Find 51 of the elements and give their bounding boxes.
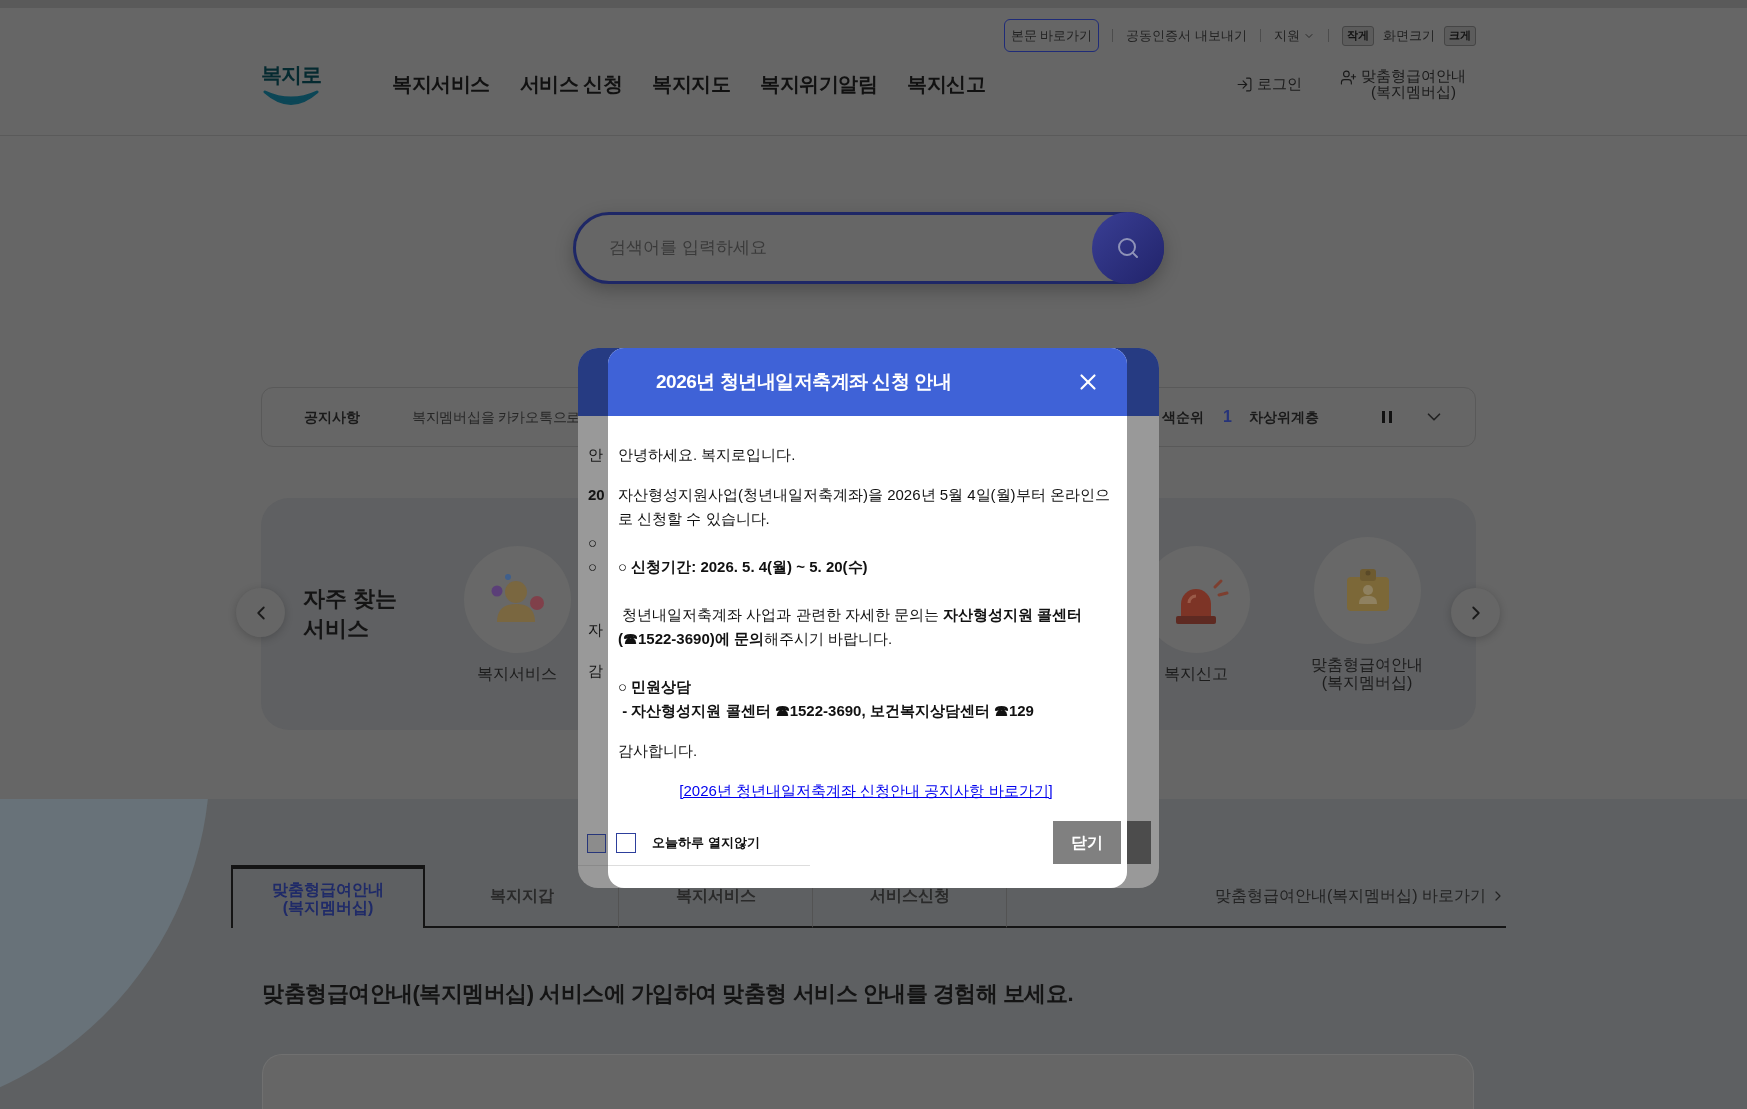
pause-icon: [1381, 410, 1393, 424]
membership-link[interactable]: 맞춤형급여안내 (복지멤버십): [1340, 68, 1466, 100]
dialog-text-fragment: 감: [588, 661, 603, 681]
dialog-text: 감사합니다.: [618, 741, 699, 761]
login-icon: [1236, 75, 1253, 93]
checkbox[interactable]: [587, 833, 606, 853]
pause-button[interactable]: [1381, 410, 1393, 424]
dialog-text-fragment: ○: [588, 557, 598, 577]
dialog-text-fragment: 안: [588, 445, 603, 465]
notice-link[interactable]: [2026년 청년내일저축계좌 신청안내 공지사항 바로가기]: [679, 779, 1053, 803]
checkbox-label[interactable]: 오늘하루 열지않기: [652, 833, 760, 853]
ranked-term-link[interactable]: 차상위계층: [1248, 406, 1319, 428]
dialog-subheading: ○ 민원상담: [618, 677, 693, 697]
nav-link[interactable]: 서비스 신청: [519, 69, 623, 99]
dialog-text: 청년내일저축계좌 사업과 관련한 자세한 문의는 자산형성지원 콜센터 (☎1522-3690)에 문의해주시기 바랍니다.: [618, 605, 1084, 649]
rank-number: 1: [1223, 407, 1232, 427]
search-icon: [1116, 236, 1140, 260]
close-dialog-button[interactable]: 닫기: [1053, 821, 1121, 864]
font-size-label: 화면크기: [1383, 26, 1435, 45]
nav-link[interactable]: 복지서비스: [392, 69, 490, 99]
dialog-text-fragment: 자: [588, 620, 603, 640]
dialog-text: 안녕하세요. 복지로입니다.: [618, 445, 797, 465]
dialog-contact-text: - 자산형성지원 콜센터 ☎1522-3690, 보건복지상담센터 ☎129: [621, 701, 1035, 721]
service-link[interactable]: 복지서비스: [447, 545, 587, 683]
services-title: 자주 찾는 서비스: [303, 585, 399, 643]
id-badge-icon: [1313, 536, 1421, 644]
people-icon: [463, 545, 571, 653]
dialog-title: 2026년 청년내일저축계좌 신청 안내: [656, 369, 952, 394]
dialog-text-fragment: 20: [588, 485, 605, 505]
logo[interactable]: 복지로: [261, 61, 321, 107]
utility-link[interactable]: 공동인증서 내보내기: [1126, 25, 1247, 46]
dialog-text: 자산형성지원사업(청년내일저축계좌)을 2026년 5월 4일(월)부터 온라인으로 신청할 수 있습니다.: [618, 485, 1111, 529]
tab[interactable]: 맞춤형급여안내 (복지멤버십): [231, 865, 425, 928]
notice-link[interactable]: 복지멤버십을 카카오톡으로: [412, 406, 580, 428]
login-link[interactable]: 로그인: [1236, 72, 1302, 96]
section-heading: 맞춤형급여안내(복지멤버십) 서비스에 가입하여 맞춤형 서비스 안내를 경험해 보세요.: [262, 980, 1075, 1008]
notice-label: 공지사항: [304, 407, 360, 427]
user-plus-icon: [1340, 69, 1357, 86]
dialog-text-fragment: ○: [588, 533, 598, 553]
nav-link[interactable]: 복지신고: [907, 69, 986, 99]
ranking-label: 색순위: [1162, 407, 1204, 427]
dialog-subheading: ○ 신청기간: 2026. 5. 4(월) ~ 5. 20(수): [618, 557, 869, 577]
skip-link[interactable]: 본문 바로가기: [1003, 19, 1100, 52]
nav-link[interactable]: 복지지도: [652, 69, 731, 99]
dropdown-button[interactable]: 지원: [1274, 25, 1315, 46]
decrease-font-button[interactable]: 작게: [1342, 25, 1374, 46]
membership-shortcut-link[interactable]: 맞춤형급여안내(복지멤버십) 바로가기: [1214, 883, 1506, 908]
increase-font-button[interactable]: 크게: [1444, 25, 1476, 46]
nav-link[interactable]: 복지위기알림: [760, 69, 878, 99]
checkbox[interactable]: [616, 833, 636, 853]
service-link[interactable]: 맞춤형급여안내 (복지멤버십): [1297, 536, 1437, 692]
